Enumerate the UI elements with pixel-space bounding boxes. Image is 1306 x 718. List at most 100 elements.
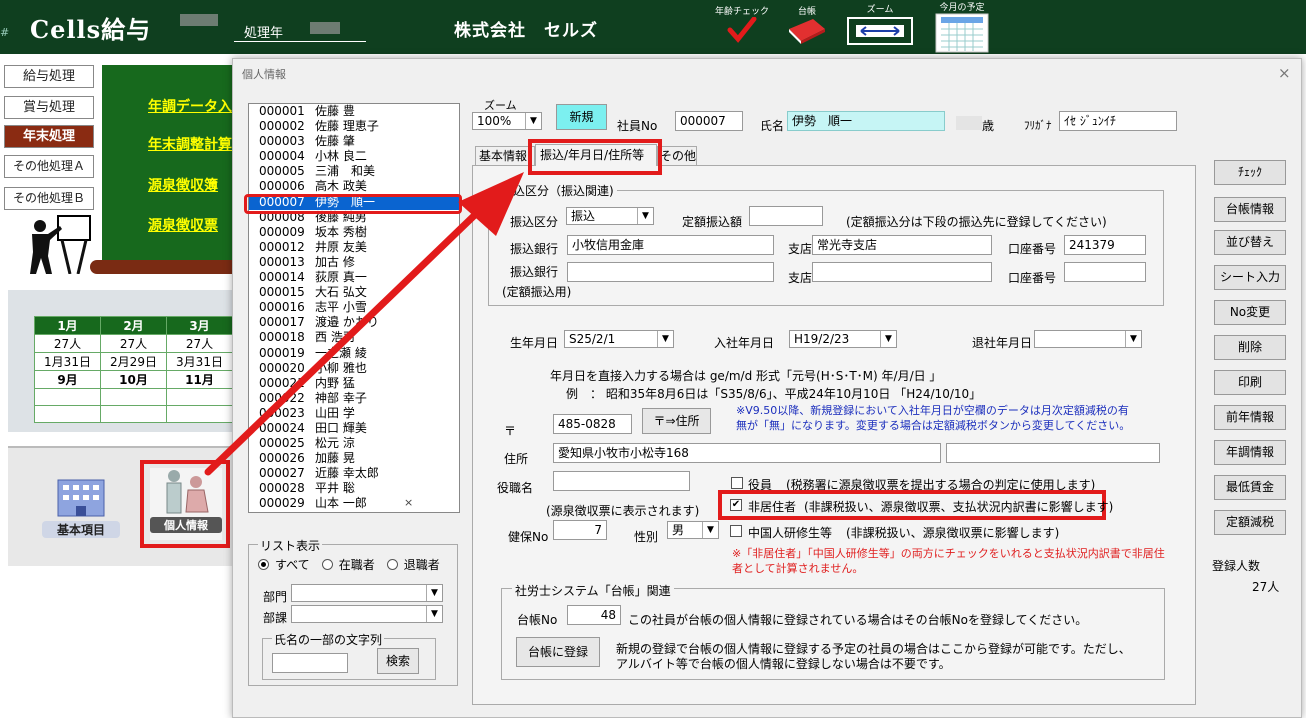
chevron-down-icon: ▼ xyxy=(657,331,673,347)
trainee-checkbox[interactable] xyxy=(730,525,742,537)
menu-salary[interactable]: 給与処理 xyxy=(4,65,94,88)
employee-name: 平井 聡 xyxy=(315,481,355,496)
chevron-down-icon: ▼ xyxy=(1125,331,1141,347)
branch2-label: 支店 xyxy=(788,271,813,285)
radio-retired[interactable] xyxy=(386,559,398,570)
ledger-button[interactable]: 台帳 xyxy=(782,4,832,48)
bank2-field[interactable] xyxy=(567,262,774,282)
title-field[interactable] xyxy=(553,471,690,491)
employee-row[interactable]: 000002 佐藤 理恵子 xyxy=(249,119,459,134)
ledger-no-label: 台帳No xyxy=(517,613,558,627)
link-year-adjust-data[interactable]: 年調データ入 xyxy=(148,96,232,116)
monthly-plan-button[interactable]: 今月の予定 xyxy=(930,0,994,56)
nonresident-checkbox[interactable]: ✔ xyxy=(730,499,742,511)
new-button[interactable]: 新規 xyxy=(556,104,607,130)
hash-mark: # xyxy=(0,26,10,39)
tax-reduction-button[interactable]: 定額減税 xyxy=(1214,510,1286,535)
menu-year-end[interactable]: 年末処理 xyxy=(4,125,94,148)
menu-other-a[interactable]: その他処理Ａ xyxy=(4,155,94,178)
zoom-icon xyxy=(847,17,913,45)
furigana-field[interactable]: ｲｾ ｼﾞｭﾝｲﾁ xyxy=(1059,111,1177,131)
date-hint-2: 例 ： 昭和35年8月6日は「S35/8/6」、平成24年10月10日 「H24… xyxy=(566,387,982,401)
address2-field[interactable] xyxy=(946,443,1160,463)
furigana-label: ﾌﾘｶﾞﾅ xyxy=(1024,119,1052,132)
employee-row[interactable]: 000003 佐藤 肇 xyxy=(249,134,459,149)
zoom-button[interactable]: ズーム xyxy=(846,2,914,46)
account2-field[interactable] xyxy=(1064,262,1146,282)
sort-button[interactable]: 並び替え xyxy=(1214,230,1286,255)
ledger-no-field[interactable]: 48 xyxy=(567,605,621,625)
print-button[interactable]: 印刷 xyxy=(1214,370,1286,395)
zoom-value: 100% xyxy=(477,114,512,128)
account-field[interactable]: 241379 xyxy=(1064,235,1146,255)
redacted-year xyxy=(310,22,340,34)
leave-select[interactable]: ▼ xyxy=(1034,330,1142,348)
zip-field[interactable]: 485-0828 xyxy=(553,414,632,434)
branch2-field[interactable] xyxy=(812,262,992,282)
zip-to-address-button[interactable]: 〒⇒住所 xyxy=(642,408,711,434)
insurance-field[interactable]: 7 xyxy=(553,520,607,540)
menu-bonus[interactable]: 賞与処理 xyxy=(4,96,94,119)
ledger-register-button[interactable]: 台帳に登録 xyxy=(516,637,600,667)
gender-select[interactable]: 男 ▼ xyxy=(667,521,719,539)
name-label: 氏名 xyxy=(760,119,785,133)
radio-all[interactable] xyxy=(258,559,269,570)
basic-items-button[interactable]: 基本項目 xyxy=(42,476,120,540)
employee-row[interactable]: 000029 山本 一郎 xyxy=(249,496,459,511)
age-check-button[interactable]: 年齢チェック xyxy=(712,4,772,46)
branch-field[interactable]: 常光寺支店 xyxy=(812,235,992,255)
fixed-amount-note: (定額振込分は下段の振込先に登録してください) xyxy=(846,215,1107,229)
ledger-label: 台帳 xyxy=(797,7,816,17)
address-field[interactable]: 愛知県小牧市小松寺168 xyxy=(553,443,941,463)
employee-row[interactable]: 000001 佐藤 豊 xyxy=(249,104,459,119)
emp-no-field[interactable]: 000007 xyxy=(675,111,743,131)
delete-button[interactable]: 削除 xyxy=(1214,335,1286,360)
insurance-label: 健保No xyxy=(508,530,549,544)
employee-no: 000029 xyxy=(259,496,305,511)
gender-label: 性別 xyxy=(634,530,659,544)
transfer-type-value: 振込 xyxy=(571,209,596,223)
cal-month-1: 1月 xyxy=(34,316,101,335)
officer-checkbox[interactable] xyxy=(731,477,743,489)
employee-name: 佐藤 肇 xyxy=(315,134,355,149)
sheet-input-button[interactable]: シート入力 xyxy=(1214,265,1286,290)
year-adjust-info-button[interactable]: 年調情報 xyxy=(1214,440,1286,465)
ledger-group-title: 社労士システム「台帳」関連 xyxy=(512,582,674,599)
nonresident-note: (非課税扱い、源泉徴収票、支払状況内訳書に影響します) xyxy=(804,500,1114,514)
search-button[interactable]: 検索 xyxy=(377,648,419,674)
join-select[interactable]: H19/2/23 ▼ xyxy=(789,330,897,348)
section-select[interactable]: ▼ xyxy=(291,605,443,623)
minimum-wage-button[interactable]: 最低賃金 xyxy=(1214,475,1286,500)
top-bar xyxy=(0,0,1306,54)
prev-year-button[interactable]: 前年情報 xyxy=(1214,405,1286,430)
nonresident-label: 非居住者 xyxy=(748,500,797,514)
zoom-select[interactable]: 100% ▼ xyxy=(472,112,542,130)
building-icon xyxy=(57,479,105,517)
name-search-input[interactable] xyxy=(272,653,348,673)
list-filter-radios: すべて 在職者 退職者 xyxy=(258,556,440,573)
name-field[interactable]: 伊勢 順一 xyxy=(787,111,945,131)
zoom-label: ズーム xyxy=(866,5,894,15)
dept-select[interactable]: ▼ xyxy=(291,584,443,602)
year-label: 処理年 xyxy=(234,22,366,42)
employee-row[interactable]: 000028 平井 聡 xyxy=(249,481,459,496)
ledger-info-button[interactable]: 台帳情報 xyxy=(1214,197,1286,222)
close-icon[interactable]: × xyxy=(1278,64,1291,82)
menu-other-b[interactable]: その他処理Ｂ xyxy=(4,187,94,210)
chevron-down-icon: ▼ xyxy=(525,113,541,129)
no-change-button[interactable]: No変更 xyxy=(1214,300,1286,325)
fixed-amount-label: 定額振込額 xyxy=(682,215,743,229)
tab-other[interactable]: その他 xyxy=(657,146,697,166)
dept-label: 部門 xyxy=(263,590,288,604)
birth-select[interactable]: S25/2/1 ▼ xyxy=(564,330,674,348)
list-close-icon[interactable]: × xyxy=(404,496,413,509)
transfer-type-select[interactable]: 振込 ▼ xyxy=(566,207,654,225)
gender-value: 男 xyxy=(672,523,685,537)
bank-field[interactable]: 小牧信用金庫 xyxy=(567,235,774,255)
fixed-amount-field[interactable] xyxy=(749,206,823,226)
personal-info-label: 個人情報 xyxy=(150,517,222,533)
presenter-icon xyxy=(30,215,91,274)
redacted-block xyxy=(180,14,218,26)
check-button[interactable]: ﾁｪｯｸ xyxy=(1214,160,1286,185)
radio-active[interactable] xyxy=(321,559,333,570)
